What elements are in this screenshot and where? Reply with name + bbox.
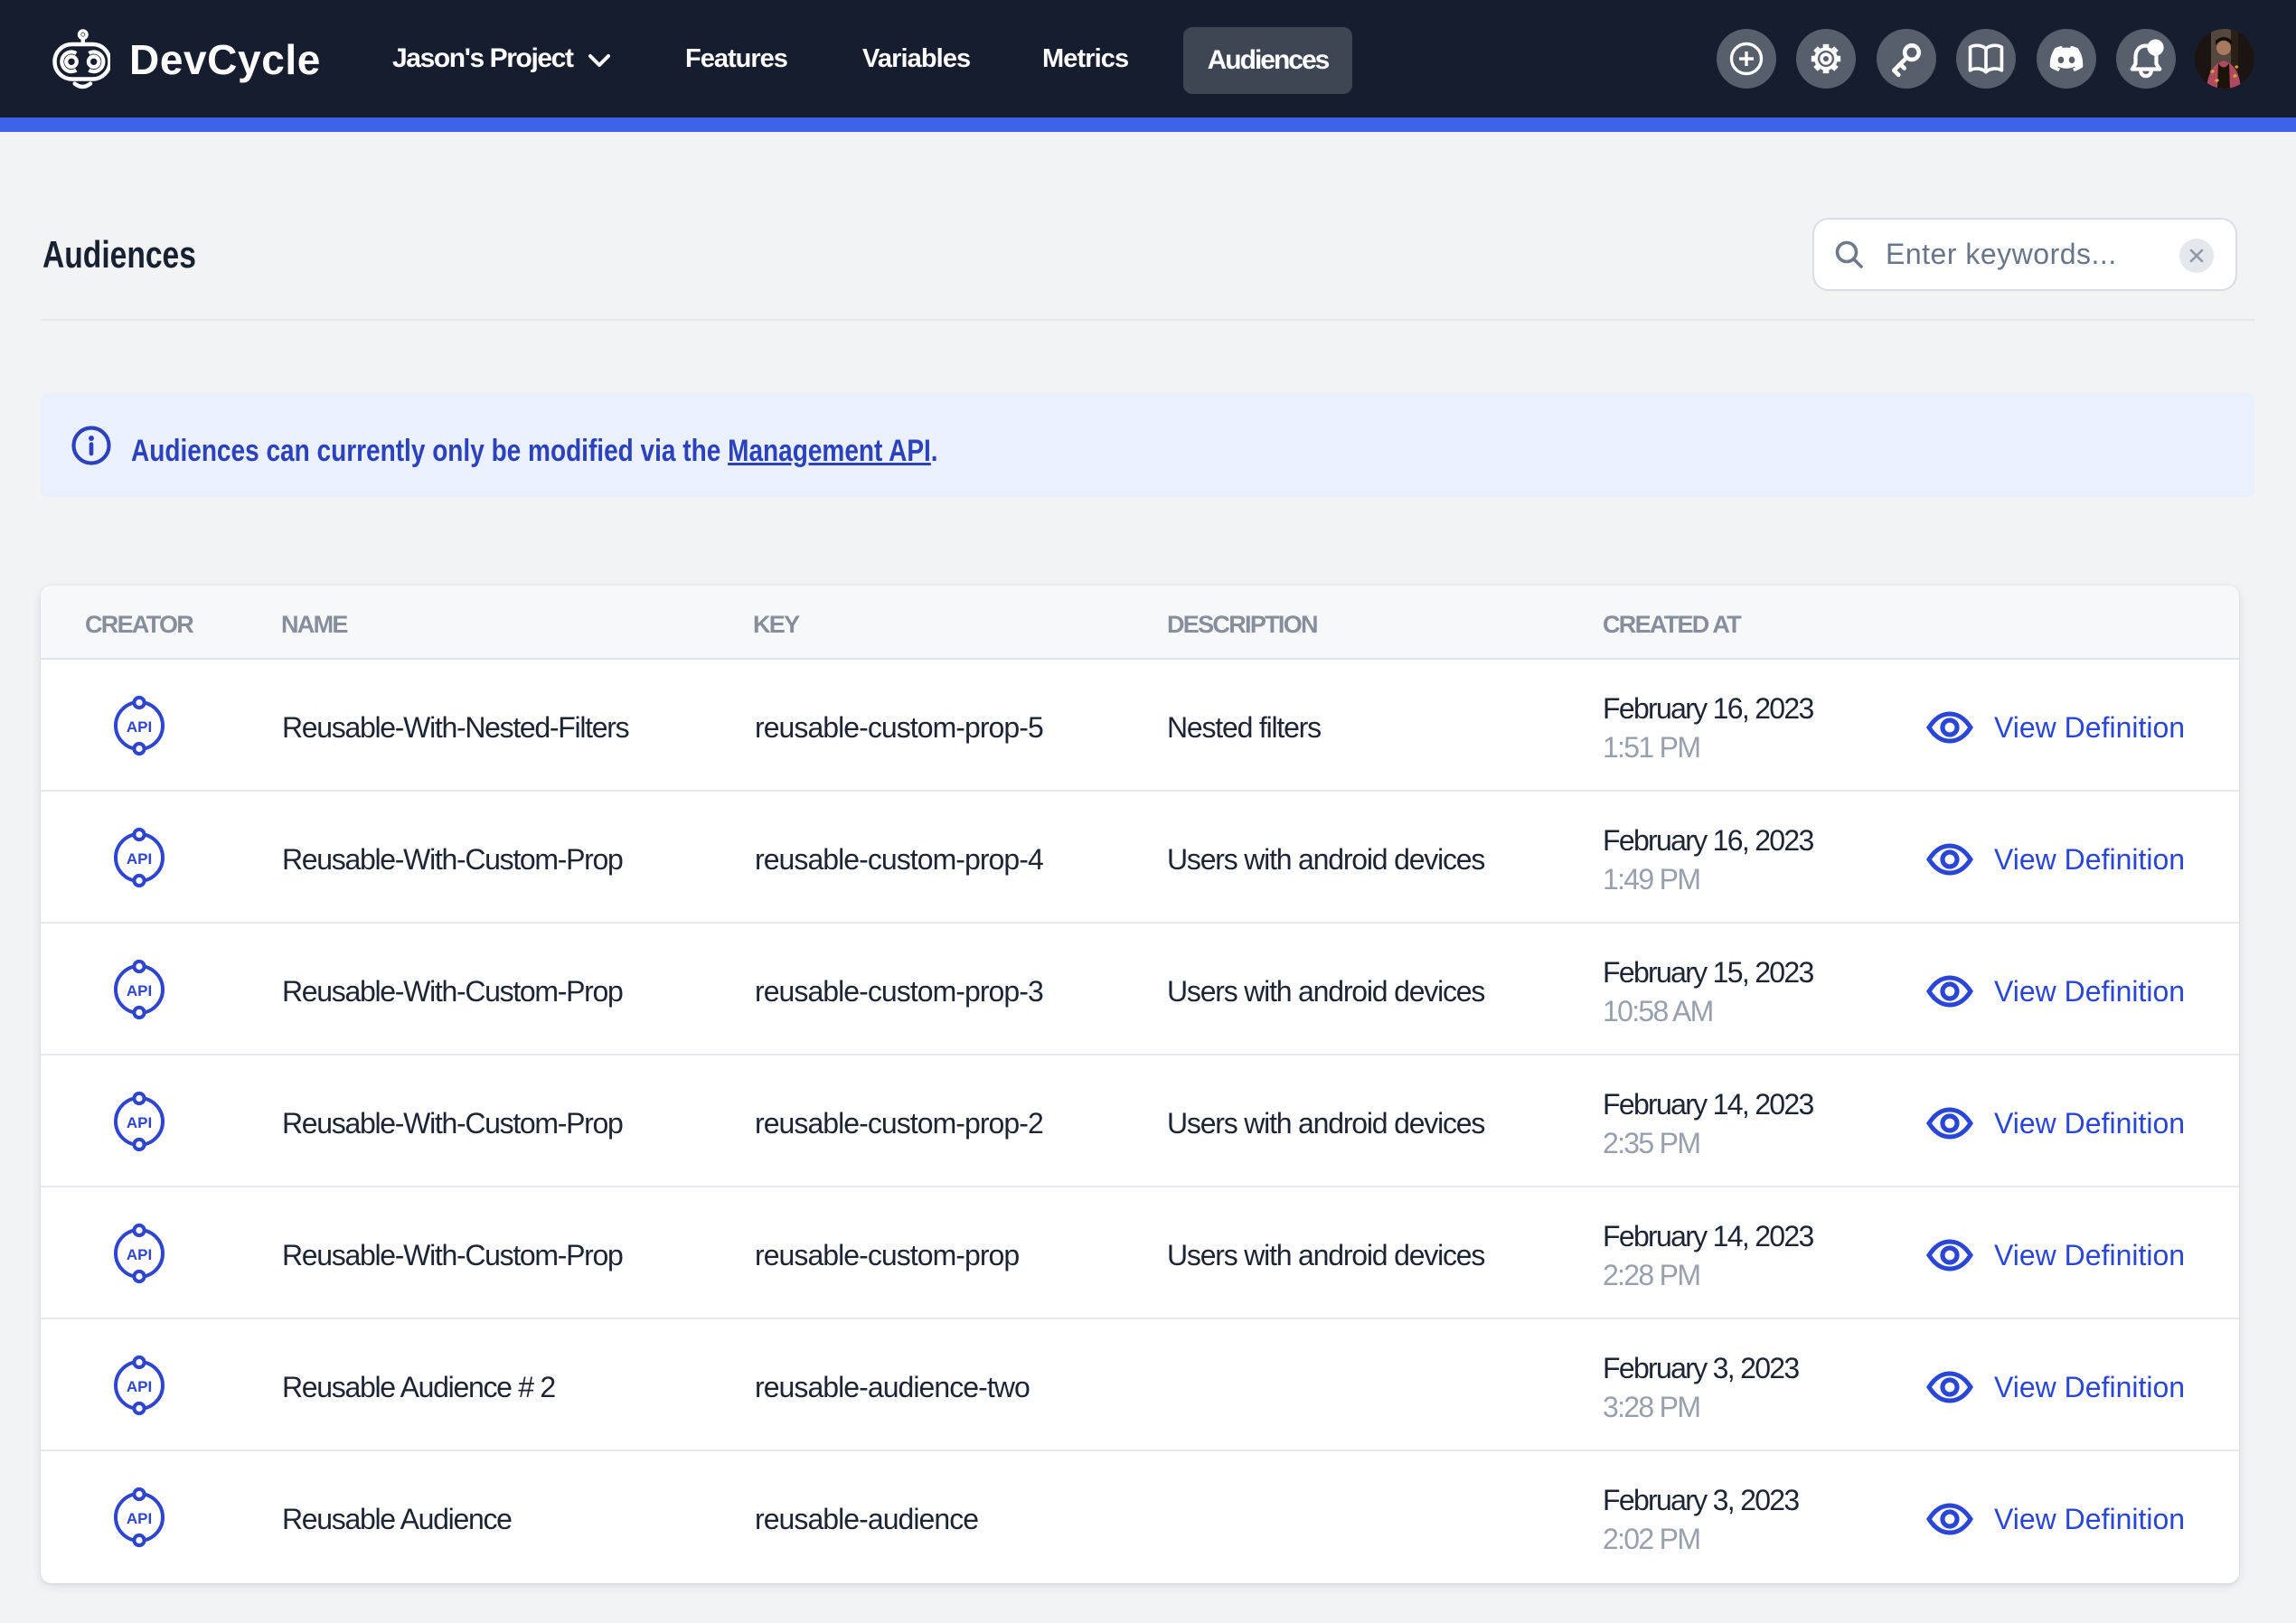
svg-text:API: API <box>127 718 152 736</box>
svg-text:API: API <box>127 850 152 868</box>
svg-text:API: API <box>127 1246 152 1263</box>
svg-text:API: API <box>127 982 152 999</box>
svg-text:API: API <box>127 1510 152 1527</box>
svg-text:API: API <box>127 1114 152 1131</box>
svg-text:API: API <box>127 1378 152 1395</box>
